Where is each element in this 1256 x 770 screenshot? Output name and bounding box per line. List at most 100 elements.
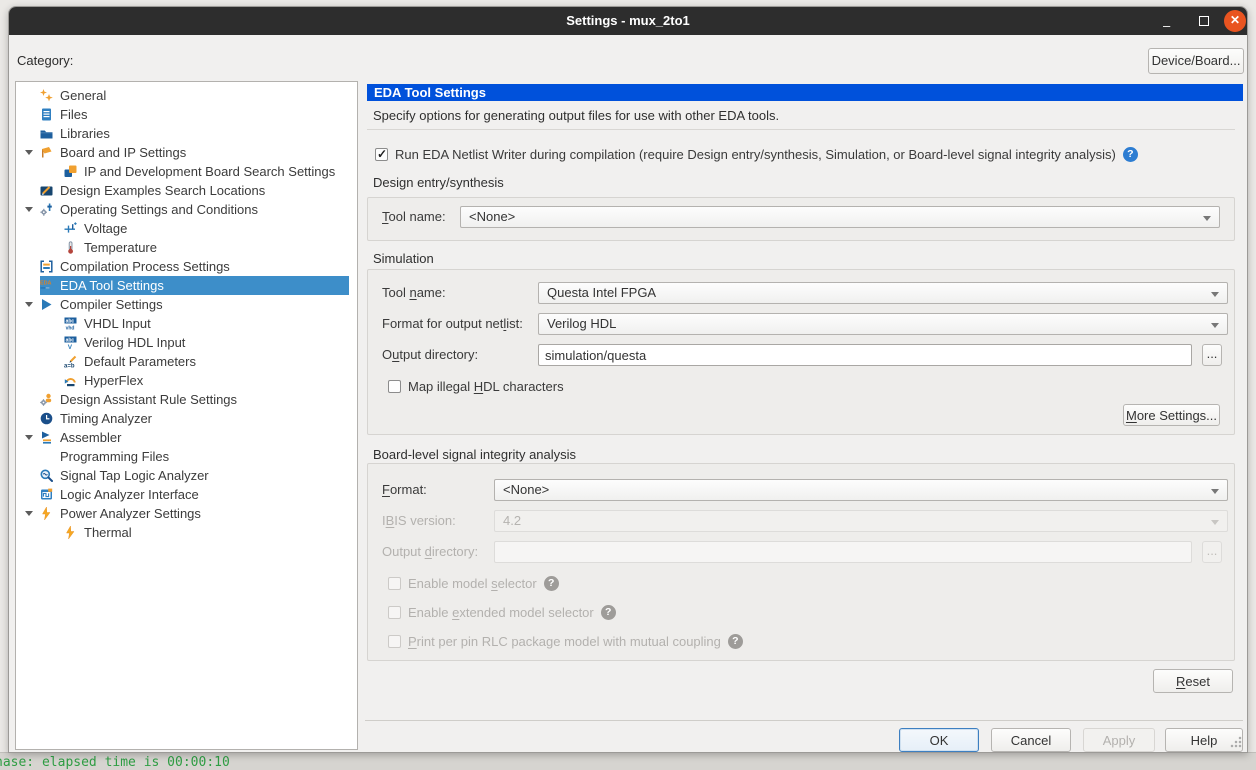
sim-output-dir-input[interactable] bbox=[538, 344, 1192, 366]
dropdown-value: Questa Intel FPGA bbox=[547, 285, 656, 300]
page-subtitle: Specify options for generating output fi… bbox=[373, 108, 779, 123]
board-output-dir-input bbox=[494, 541, 1192, 563]
process-brackets-icon bbox=[40, 260, 53, 273]
ok-button[interactable]: OK bbox=[899, 728, 979, 752]
tree-item-label: Files bbox=[60, 107, 87, 122]
voltage-icon bbox=[64, 222, 77, 235]
thermometer-icon bbox=[64, 241, 77, 254]
tree-item-vhdl-input[interactable]: abcvhdVHDL Input bbox=[16, 314, 357, 333]
apply-button: Apply bbox=[1083, 728, 1155, 752]
assembler-icon bbox=[40, 431, 53, 444]
reset-button[interactable]: Reset bbox=[1153, 669, 1233, 693]
maximize-button[interactable] bbox=[1191, 7, 1217, 35]
tree-item-thermal[interactable]: Thermal bbox=[16, 523, 357, 542]
tree-item-voltage[interactable]: Voltage bbox=[16, 219, 357, 238]
tree-item-power-analyzer-settings[interactable]: Power Analyzer Settings bbox=[16, 504, 357, 523]
tree-item-label: Libraries bbox=[60, 126, 110, 141]
sim-format-label: Format for output netlist: bbox=[382, 313, 523, 335]
tree-item-general[interactable]: General bbox=[16, 86, 357, 105]
tree-item-temperature[interactable]: Temperature bbox=[16, 238, 357, 257]
tree-item-compilation-process-settings[interactable]: Compilation Process Settings bbox=[16, 257, 357, 276]
tree-item-design-assistant-rule-settings[interactable]: Design Assistant Rule Settings bbox=[16, 390, 357, 409]
enable-extended-model-selector-checkbox bbox=[388, 606, 401, 619]
dropdown-value: <None> bbox=[503, 482, 549, 497]
chevron-down-icon bbox=[1211, 292, 1219, 297]
sim-tool-name-dropdown[interactable]: Questa Intel FPGA bbox=[538, 282, 1228, 304]
tree-item-label: Logic Analyzer Interface bbox=[60, 487, 199, 502]
dropdown-value: 4.2 bbox=[503, 513, 521, 528]
sim-browse-button[interactable]: ... bbox=[1202, 344, 1222, 366]
screen: hase: elapsed time is 00:00:10 Settings … bbox=[0, 0, 1256, 770]
tree-item-libraries[interactable]: Libraries bbox=[16, 124, 357, 143]
sim-tool-name-label: Tool name: bbox=[382, 282, 446, 304]
tree-item-label: VHDL Input bbox=[84, 316, 151, 331]
divider bbox=[365, 720, 1243, 721]
tree-item-label: Signal Tap Logic Analyzer bbox=[60, 468, 209, 483]
close-button[interactable]: ✕ bbox=[1224, 10, 1246, 32]
tree-item-logic-analyzer-interface[interactable]: Logic Analyzer Interface bbox=[16, 485, 357, 504]
help-icon: ? bbox=[601, 605, 616, 620]
chevron-down-icon bbox=[1203, 216, 1211, 221]
device-board-button[interactable]: Device/Board... bbox=[1148, 48, 1244, 74]
run-eda-netlist-writer-checkbox[interactable] bbox=[375, 148, 388, 161]
cancel-button[interactable]: Cancel bbox=[991, 728, 1071, 752]
enable-model-selector-checkbox bbox=[388, 577, 401, 590]
sim-format-dropdown[interactable]: Verilog HDL bbox=[538, 313, 1228, 335]
board-output-dir-label: Output directory: bbox=[382, 541, 478, 563]
tree-item-design-examples-search-locations[interactable]: Design Examples Search Locations bbox=[16, 181, 357, 200]
board-level-groupbox: Format: <None> IBIS version: 4.2 Output … bbox=[367, 463, 1235, 661]
simulation-groupbox: Tool name: Questa Intel FPGA Format for … bbox=[367, 269, 1235, 435]
minimize-button[interactable]: – bbox=[1157, 7, 1183, 35]
help-icon[interactable]: ? bbox=[1123, 147, 1138, 162]
tree-item-label: Operating Settings and Conditions bbox=[60, 202, 258, 217]
gear-slider-icon bbox=[40, 203, 53, 216]
tree-item-operating-settings-and-conditions[interactable]: Operating Settings and Conditions bbox=[16, 200, 357, 219]
tree-item-hyperflex[interactable]: HyperFlex bbox=[16, 371, 357, 390]
ip-blocks-icon bbox=[64, 165, 77, 178]
expand-arrow-icon[interactable] bbox=[25, 511, 33, 516]
tree-item-compiler-settings[interactable]: Compiler Settings bbox=[16, 295, 357, 314]
minimize-icon: – bbox=[1163, 18, 1170, 33]
design-entry-tool-name-dropdown[interactable]: <None> bbox=[460, 206, 1220, 228]
tree-item-verilog-hdl-input[interactable]: abcVVerilog HDL Input bbox=[16, 333, 357, 352]
board-format-label: Format: bbox=[382, 479, 427, 501]
tree-item-programming-files[interactable]: Programming Files bbox=[16, 447, 357, 466]
tree-item-board-and-ip-settings[interactable]: Board and IP Settings bbox=[16, 143, 357, 162]
titlebar[interactable]: Settings - mux_2to1 – ✕ bbox=[9, 7, 1247, 35]
tree-item-label: Compilation Process Settings bbox=[60, 259, 230, 274]
tree-item-ip-and-development-board-search-settings[interactable]: IP and Development Board Search Settings bbox=[16, 162, 357, 181]
tree-item-assembler[interactable]: Assembler bbox=[16, 428, 357, 447]
more-settings-button[interactable]: More Settings... bbox=[1123, 404, 1220, 426]
board-format-dropdown[interactable]: <None> bbox=[494, 479, 1228, 501]
hyperflex-icon bbox=[64, 374, 77, 387]
background-console-strip: hase: elapsed time is 00:00:10 bbox=[0, 752, 1256, 770]
tree-item-eda-tool-settings[interactable]: EDA EDA Tool Settings bbox=[16, 276, 357, 295]
svg-text:abc: abc bbox=[66, 318, 75, 324]
tree-item-label: Timing Analyzer bbox=[60, 411, 152, 426]
svg-text:EDA: EDA bbox=[40, 281, 51, 287]
tree-item-timing-analyzer[interactable]: Timing Analyzer bbox=[16, 409, 357, 428]
expand-arrow-icon[interactable] bbox=[25, 150, 33, 155]
close-icon: ✕ bbox=[1224, 13, 1246, 27]
tree-item-label: EDA Tool Settings bbox=[60, 278, 164, 293]
run-eda-netlist-writer-label: Run EDA Netlist Writer during compilatio… bbox=[395, 147, 1116, 162]
tree-item-files[interactable]: Files bbox=[16, 105, 357, 124]
simulation-section-title: Simulation bbox=[373, 251, 434, 266]
play-icon bbox=[40, 298, 53, 311]
expand-arrow-icon[interactable] bbox=[25, 435, 33, 440]
map-illegal-hdl-checkbox[interactable] bbox=[388, 380, 401, 393]
tree-item-label: Power Analyzer Settings bbox=[60, 506, 201, 521]
tree-item-default-parameters[interactable]: a=bDefault Parameters bbox=[16, 352, 357, 371]
tree-item-label: Thermal bbox=[84, 525, 132, 540]
chevron-down-icon bbox=[1211, 323, 1219, 328]
tree-item-label: Verilog HDL Input bbox=[84, 335, 185, 350]
tree-item-signal-tap-logic-analyzer[interactable]: Signal Tap Logic Analyzer bbox=[16, 466, 357, 485]
resize-grip[interactable] bbox=[1230, 736, 1242, 748]
expand-arrow-icon[interactable] bbox=[25, 207, 33, 212]
map-illegal-hdl-row: Map illegal HDL characters bbox=[388, 379, 564, 394]
help-icon: ? bbox=[728, 634, 743, 649]
tree-item-label: Compiler Settings bbox=[60, 297, 163, 312]
expand-arrow-icon[interactable] bbox=[25, 302, 33, 307]
chevron-down-icon bbox=[1211, 489, 1219, 494]
print-rlc-label: Print per pin RLC package model with mut… bbox=[408, 634, 721, 649]
